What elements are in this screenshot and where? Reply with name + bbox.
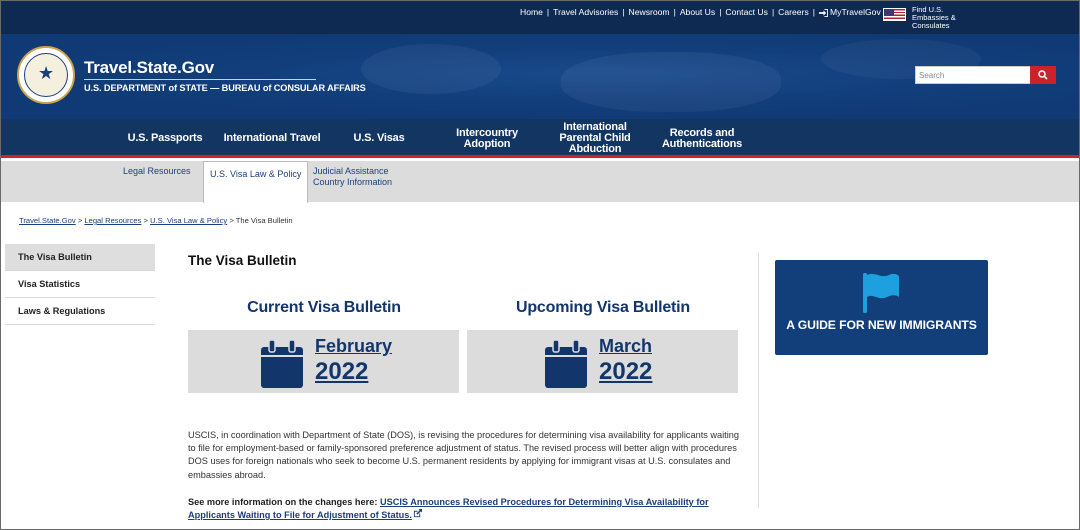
separator: | — [546, 7, 550, 17]
util-link-about-us[interactable]: About Us — [680, 7, 715, 17]
calendar-icon — [261, 340, 303, 388]
util-link-mytravelgov[interactable]: MyTravelGov — [830, 7, 881, 17]
side-navigation: The Visa Bulletin Visa Statistics Laws &… — [5, 244, 155, 325]
sidenav-visa-bulletin[interactable]: The Visa Bulletin — [5, 244, 155, 271]
nav-intercountry-adoption[interactable]: Intercountry Adoption — [435, 119, 539, 158]
separator: | — [673, 7, 676, 17]
search-button[interactable] — [1030, 66, 1056, 84]
page-title: The Visa Bulletin — [188, 253, 297, 268]
subnav-judicial-assistance[interactable]: Judicial Assistance Country Information — [313, 166, 393, 188]
more-info-line: See more information on the changes here… — [188, 496, 748, 522]
current-bulletin-heading: Current Visa Bulletin — [247, 299, 401, 316]
sidenav-visa-statistics[interactable]: Visa Statistics — [5, 271, 155, 298]
current-year-link[interactable]: 2022 — [315, 358, 368, 386]
column-divider — [758, 253, 759, 508]
breadcrumb-link[interactable]: Legal Resources — [84, 216, 141, 225]
sub-navigation: Legal Resources U.S. Visa Law & Policy J… — [1, 161, 1079, 203]
separator: | — [771, 7, 775, 17]
title-divider — [84, 79, 316, 80]
breadcrumb-current: The Visa Bulletin — [235, 216, 293, 225]
world-map-decoration — [361, 44, 501, 94]
breadcrumb-link[interactable]: Travel.State.Gov — [19, 216, 76, 225]
search-input[interactable]: Search — [915, 66, 1031, 84]
seal-eagle-icon — [24, 53, 68, 97]
uscis-notice-paragraph: USCIS, in coordination with Department o… — [188, 430, 739, 480]
subnav-legal-resources[interactable]: Legal Resources — [123, 166, 191, 177]
external-link-icon — [413, 509, 422, 518]
util-link-home[interactable]: Home — [520, 7, 543, 17]
breadcrumb-separator: > — [77, 216, 83, 225]
util-link-careers[interactable]: Careers — [778, 7, 809, 17]
current-month-link[interactable]: February — [315, 335, 392, 357]
search-icon — [1038, 70, 1048, 80]
utility-links: Home | Travel Advisories | Newsroom | About… — [520, 7, 891, 17]
guide-label: A GUIDE FOR NEW IMMIGRANTS — [786, 318, 977, 332]
upcoming-bulletin-heading: Upcoming Visa Bulletin — [516, 299, 690, 316]
separator: | — [719, 7, 722, 17]
current-bulletin-card: February 2022 — [188, 330, 459, 393]
sidenav-laws-regulations[interactable]: Laws & Regulations — [5, 298, 155, 325]
page-frame: Home | Travel Advisories | Newsroom | About… — [0, 0, 1080, 530]
breadcrumb-separator: > — [143, 216, 148, 225]
separator: | — [622, 7, 625, 17]
calendar-icon — [545, 340, 587, 388]
util-link-travel-advisories[interactable]: Travel Advisories — [553, 7, 618, 17]
util-link-newsroom[interactable]: Newsroom — [629, 7, 670, 17]
nav-us-passports[interactable]: U.S. Passports — [123, 119, 207, 158]
subnav-visa-law-policy[interactable]: U.S. Visa Law & Policy — [203, 161, 309, 203]
nav-parental-child-abduction[interactable]: International Parental Child Abduction — [543, 119, 647, 158]
breadcrumb: Travel.State.Gov > Legal Resources > U.S… — [19, 216, 293, 225]
site-subtitle: U.S. DEPARTMENT of STATE — BUREAU of CON… — [84, 83, 366, 93]
utility-bar: Home | Travel Advisories | Newsroom | About… — [1, 1, 1079, 34]
sign-in-icon — [819, 9, 828, 17]
department-seal-logo[interactable] — [17, 46, 75, 104]
upcoming-bulletin-card: March 2022 — [467, 330, 738, 393]
site-title[interactable]: Travel.State.Gov — [84, 58, 214, 78]
nav-international-travel[interactable]: International Travel — [223, 119, 321, 158]
find-embassies-link[interactable]: Find U.S. Embassies & Consulates — [912, 6, 982, 30]
site-banner: Travel.State.Gov U.S. DEPARTMENT of STAT… — [1, 34, 1079, 119]
breadcrumb-link[interactable]: U.S. Visa Law & Policy — [150, 216, 227, 225]
new-immigrants-guide-button[interactable]: A GUIDE FOR NEW IMMIGRANTS — [775, 260, 988, 355]
us-flag-icon[interactable] — [883, 8, 906, 21]
world-map-decoration — [561, 52, 781, 112]
main-navigation: U.S. Passports International Travel U.S.… — [1, 119, 1079, 158]
nav-records-authentications[interactable]: Records and Authentications — [661, 119, 743, 158]
util-link-contact-us[interactable]: Contact Us — [725, 7, 768, 17]
separator: | — [812, 7, 815, 17]
upcoming-month-link[interactable]: March — [599, 335, 652, 357]
upcoming-year-link[interactable]: 2022 — [599, 358, 652, 386]
more-info-label: See more information on the changes here… — [188, 497, 378, 507]
flag-icon — [863, 273, 899, 313]
nav-us-visas[interactable]: U.S. Visas — [345, 119, 413, 158]
breadcrumb-separator: > — [229, 216, 234, 225]
